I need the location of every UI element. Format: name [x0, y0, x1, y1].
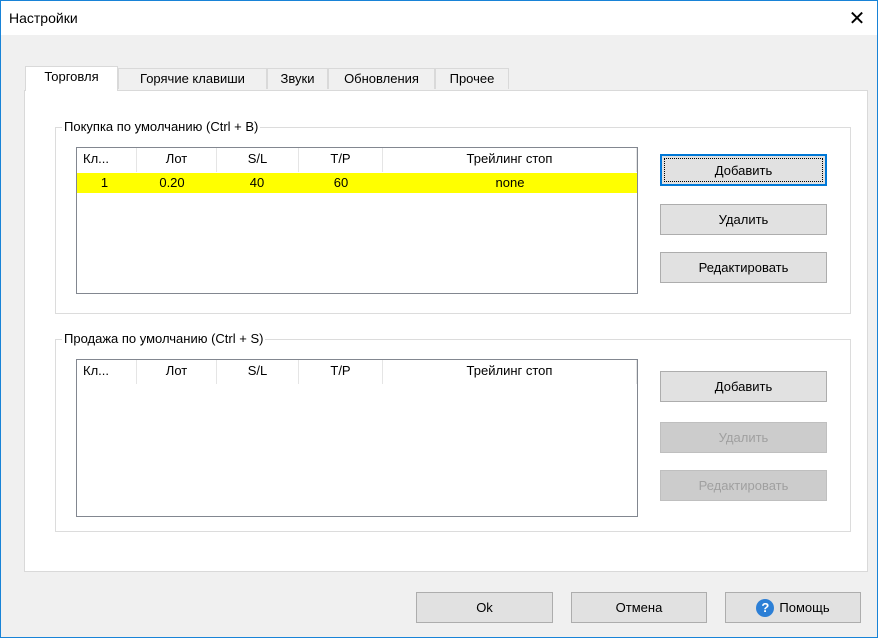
sell-edit-label: Редактировать — [698, 478, 789, 493]
tab-updates[interactable]: Обновления — [328, 68, 435, 89]
sell-edit-button[interactable]: Редактировать — [660, 470, 827, 501]
column-sl[interactable]: S/L — [217, 148, 299, 172]
buy-defaults-group: Покупка по умолчанию (Ctrl + B) Кл... Ло… — [55, 119, 851, 314]
buy-list-header: Кл... Лот S/L T/P Трейлинг стоп — [77, 148, 637, 172]
column-lot[interactable]: Лот — [137, 148, 217, 172]
cell-sl: 40 — [249, 175, 265, 190]
column-key[interactable]: Кл... — [77, 148, 137, 172]
column-trailing-stop[interactable]: Трейлинг стоп — [383, 148, 637, 172]
sell-delete-label: Удалить — [718, 430, 769, 445]
tab-other[interactable]: Прочее — [435, 68, 509, 89]
column-tp[interactable]: T/P — [299, 360, 383, 384]
column-lot[interactable]: Лот — [137, 360, 217, 384]
close-icon[interactable]: ✕ — [837, 1, 877, 35]
sell-add-label: Добавить — [714, 379, 773, 394]
window-title: Настройки — [9, 10, 78, 26]
column-tp[interactable]: T/P — [299, 148, 383, 172]
buy-delete-button[interactable]: Удалить — [660, 204, 827, 235]
sell-delete-button[interactable]: Удалить — [660, 422, 827, 453]
column-sl[interactable]: S/L — [217, 360, 299, 384]
cell-tp: 60 — [333, 175, 349, 190]
column-trailing-stop[interactable]: Трейлинг стоп — [383, 360, 637, 384]
sell-list[interactable]: Кл... Лот S/L T/P Трейлинг стоп — [76, 359, 638, 517]
tab-trading[interactable]: Торговля — [25, 66, 118, 91]
cell-trailing-stop: none — [495, 175, 525, 190]
sell-group-legend: Продажа по умолчанию (Ctrl + S) — [62, 331, 266, 347]
title-bar: Настройки ✕ — [1, 1, 877, 35]
buy-edit-label: Редактировать — [698, 260, 789, 275]
tab-sounds[interactable]: Звуки — [267, 68, 328, 89]
ok-button[interactable]: Ok — [416, 592, 553, 623]
ok-label: Ok — [476, 600, 493, 615]
sell-defaults-group: Продажа по умолчанию (Ctrl + S) Кл... Ло… — [55, 331, 851, 532]
sell-list-header: Кл... Лот S/L T/P Трейлинг стоп — [77, 360, 637, 384]
buy-delete-label: Удалить — [718, 212, 769, 227]
help-icon: ? — [756, 598, 775, 617]
buy-list[interactable]: Кл... Лот S/L T/P Трейлинг стоп 1 0.20 4… — [76, 147, 638, 294]
tab-panel-trading: Покупка по умолчанию (Ctrl + B) Кл... Ло… — [24, 90, 868, 572]
settings-dialog: Настройки ✕ Торговля Горячие клавиши Зву… — [0, 0, 878, 638]
help-label: Помощь — [779, 600, 830, 615]
help-button[interactable]: ? Помощь — [725, 592, 861, 623]
tab-hotkeys[interactable]: Горячие клавиши — [118, 68, 267, 89]
sell-add-button[interactable]: Добавить — [660, 371, 827, 402]
buy-group-legend: Покупка по умолчанию (Ctrl + B) — [62, 119, 261, 135]
cell-lot: 0.20 — [159, 175, 185, 190]
table-row[interactable]: 1 0.20 40 60 none — [77, 173, 637, 193]
cancel-label: Отмена — [615, 600, 663, 615]
column-key[interactable]: Кл... — [77, 360, 137, 384]
cancel-button[interactable]: Отмена — [571, 592, 707, 623]
focus-rect — [664, 158, 823, 182]
buy-edit-button[interactable]: Редактировать — [660, 252, 827, 283]
cell-key: 1 — [100, 175, 109, 190]
buy-add-button[interactable]: Добавить — [660, 154, 827, 186]
